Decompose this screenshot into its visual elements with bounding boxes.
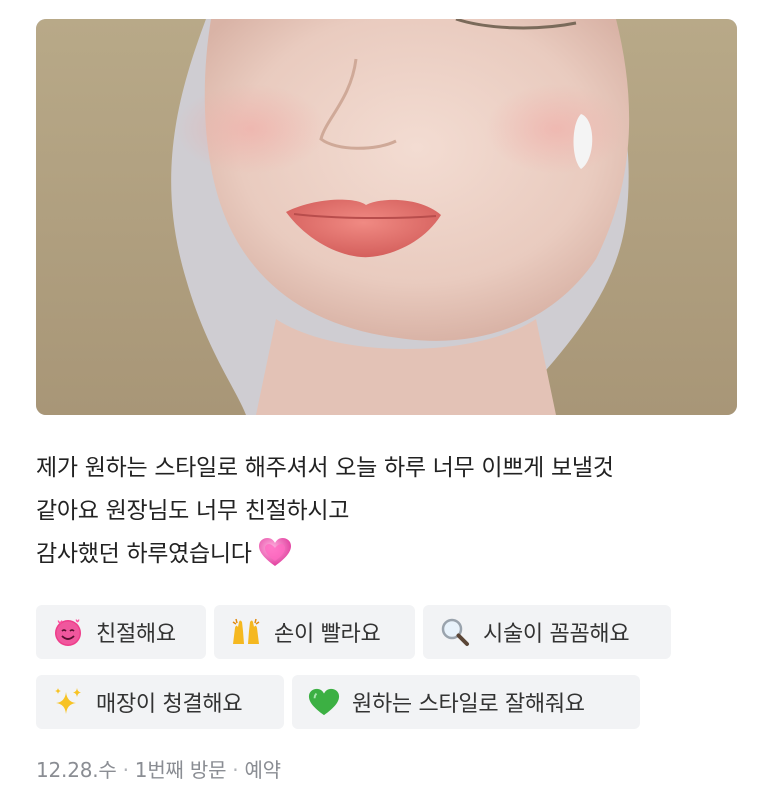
tag-label: 시술이 꼼꼼해요 (483, 622, 630, 647)
pink-heart-icon (258, 537, 292, 582)
review-meta: 12.28.수 · 1번째 방문 · 예약 (36, 754, 281, 783)
magnifying-glass-icon (439, 616, 471, 648)
tag-label: 매장이 청결해요 (96, 692, 243, 717)
tag-desired-style[interactable]: 원하는 스타일로 잘해줘요 (292, 675, 640, 729)
review-line: 같아요 원장님도 너무 친절하시고 (36, 498, 350, 524)
tag-clean[interactable]: 매장이 청결해요 (36, 675, 284, 729)
tag-fast-hands[interactable]: 손이 빨라요 (214, 605, 415, 659)
raising-hands-icon (230, 616, 262, 648)
sparkles-icon (52, 686, 84, 718)
tag-label: 친절해요 (96, 622, 176, 647)
smiling-face-with-hearts-icon (52, 616, 84, 648)
tag-label: 손이 빨라요 (274, 622, 381, 647)
review-photo-image (36, 19, 737, 415)
tag-label: 원하는 스타일로 잘해줘요 (352, 692, 585, 717)
review-line: 제가 원하는 스타일로 해주셔서 오늘 하루 너무 이쁘게 보낼것 (36, 455, 614, 481)
tag-kind[interactable]: 친절해요 (36, 605, 206, 659)
review-photo[interactable] (36, 19, 737, 415)
review-text: 제가 원하는 스타일로 해주셔서 오늘 하루 너무 이쁘게 보낼것 같아요 원장… (36, 447, 756, 582)
visit-date: 12.28.수 (36, 758, 117, 782)
booking-type: 예약 (244, 758, 281, 782)
separator-dot: · (232, 758, 239, 782)
visit-count: 1번째 방문 (134, 758, 227, 782)
review-line: 감사했던 하루였습니다 (36, 533, 756, 582)
tag-meticulous[interactable]: 시술이 꼼꼼해요 (423, 605, 671, 659)
separator-dot: · (122, 758, 129, 782)
green-heart-icon (308, 686, 340, 718)
review-line-text: 감사했던 하루였습니다 (36, 541, 252, 567)
